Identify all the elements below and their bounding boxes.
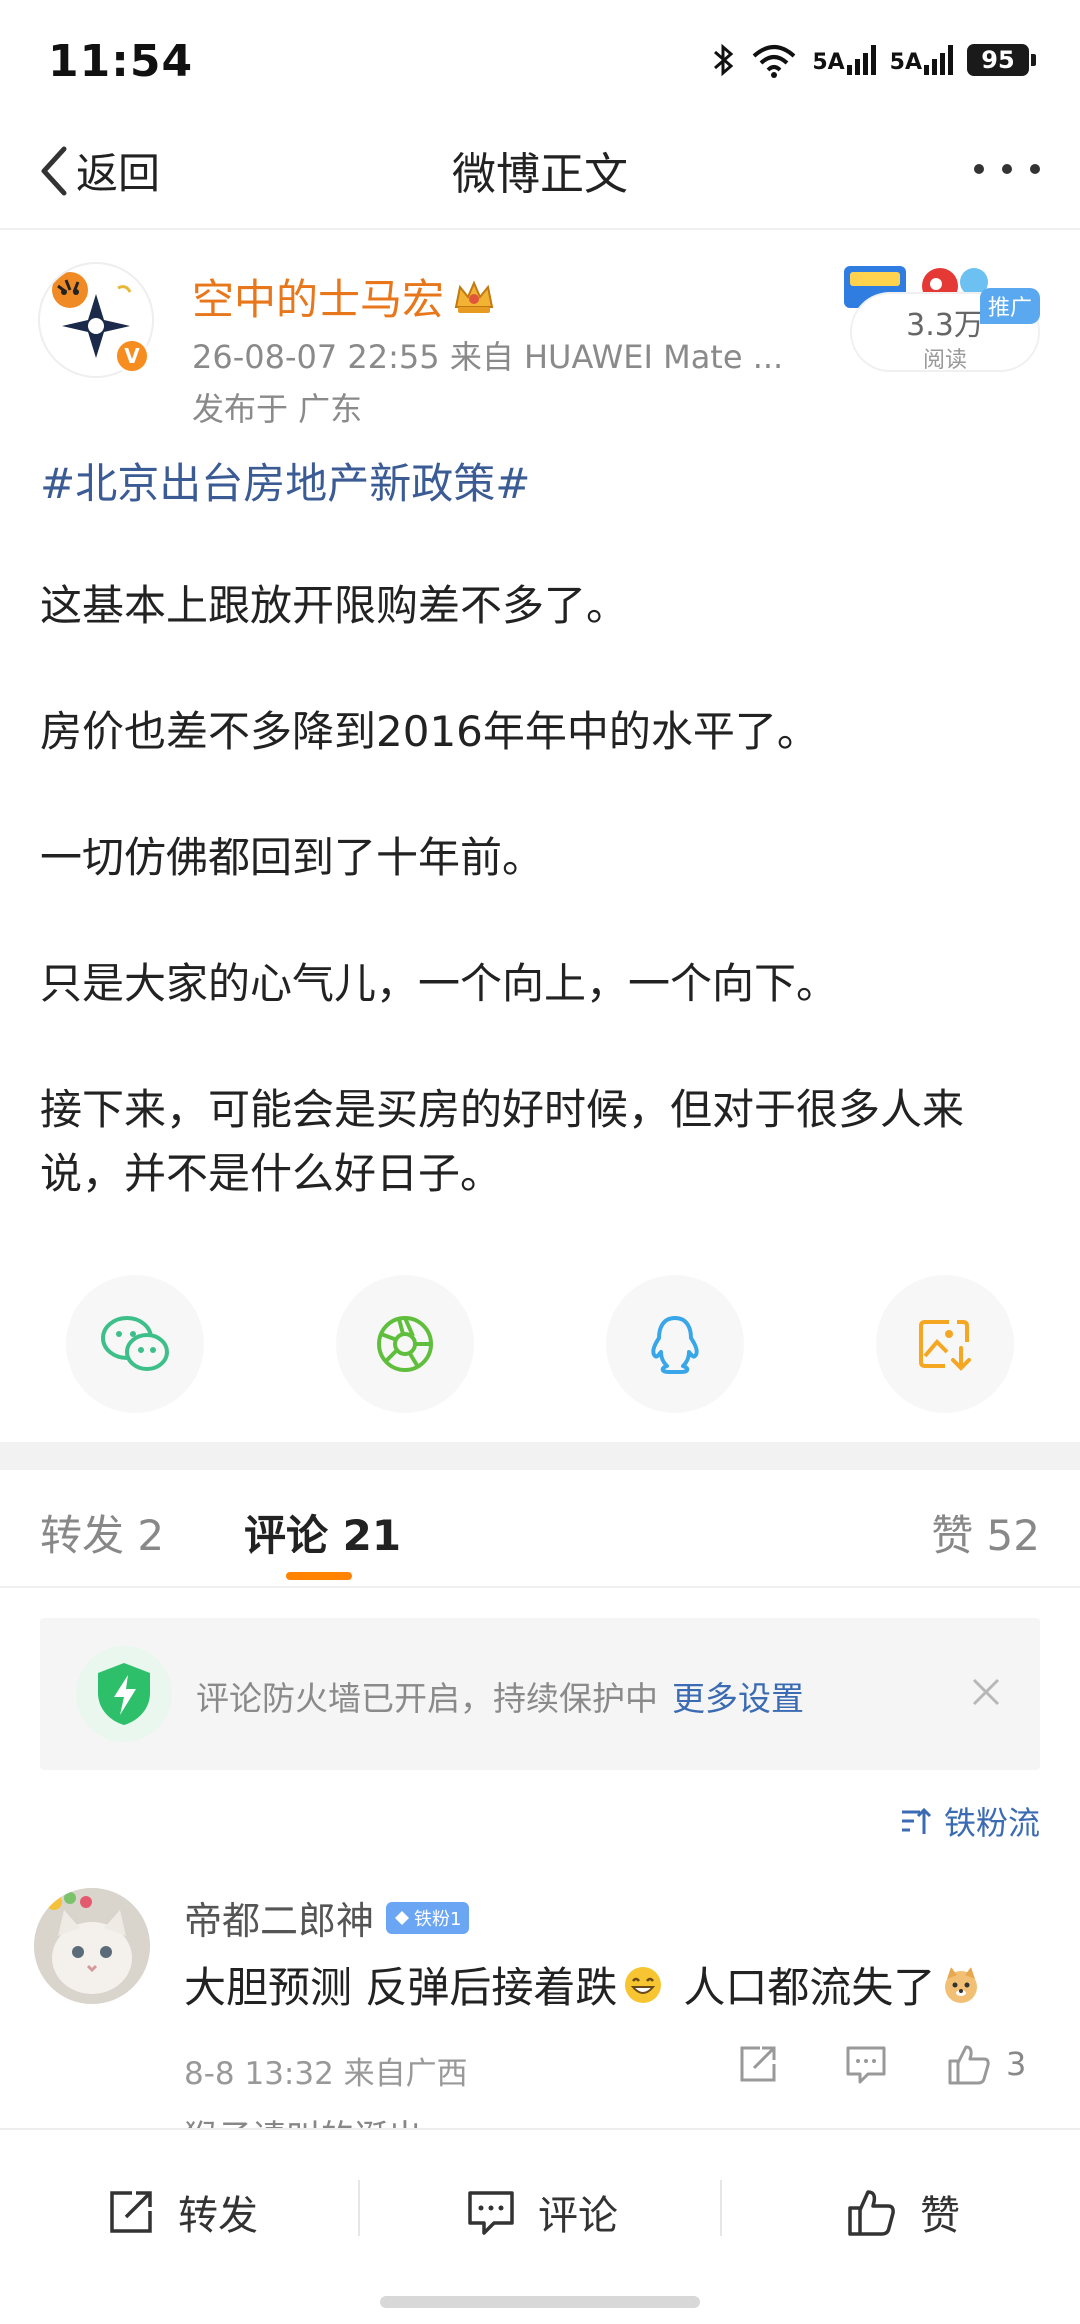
repost-label: 转发 [178,2193,258,2239]
comment-label: 评论 [538,2193,618,2239]
status-icons: 5A 5A 95 [712,42,1036,78]
battery-icon: 95 [967,44,1036,76]
comment-like-count: 3 [1006,2045,1027,2083]
shield-icon [76,1646,172,1742]
page-title: 微博正文 [452,149,628,200]
fan-badge: 铁粉1 [386,1901,470,1934]
commenter-avatar[interactable] [34,1888,150,2004]
sort-icon [901,1807,932,1834]
cell-signal-2-icon: 5A [890,45,953,75]
filter-label: 铁粉流 [943,1804,1040,1842]
battery-level: 95 [967,44,1029,76]
dot-icon [974,164,984,174]
comment-text: 大胆预测 反弹后接着跌 人口都流失了 [184,1954,981,2015]
aperture-icon [377,1316,433,1372]
share-icon [740,2046,776,2082]
dot-icon [1030,164,1040,174]
save-image-button[interactable] [876,1275,1014,1413]
share-qq-button[interactable] [606,1275,744,1413]
status-time: 11:54 [48,36,194,87]
fan-badge-text: 铁粉1 [414,1908,462,1930]
like-button[interactable]: 赞 [846,2182,960,2242]
comment-text-part: 人口都流失了 [683,1963,936,2012]
cell-signal-1-icon: 5A [812,45,876,75]
network-type-2: 5A [889,50,922,75]
author-name[interactable]: 空中的士马宏 [192,266,496,327]
thumbs-up-icon [948,2045,990,2085]
crown-member-icon [454,279,494,313]
dot-icon [1002,164,1012,174]
network-type-1: 5A [812,50,845,75]
close-banner-button[interactable] [962,1668,1010,1716]
comment-actions: 3 [730,2036,1026,2092]
more-options-button[interactable] [974,164,1040,174]
doge-emoji-icon [945,1966,978,2003]
post-paragraph: 接下来，可能会是买房的好时候，但对于很多人来说，并不是什么好日子。 [40,1084,965,1198]
home-indicator[interactable] [380,2296,700,2308]
comment-icon [468,2191,514,2235]
post-paragraph: 只是大家的心气儿，一个向上，一个向下。 [40,958,839,1008]
read-label: 阅读 [922,348,967,373]
thumbs-up-icon [848,2190,895,2236]
verified-badge-icon: V [114,338,150,374]
divider [358,2180,360,2236]
repost-button[interactable]: 转发 [106,2182,258,2242]
cat-avatar-icon [34,1888,150,2004]
post-paragraph: 这基本上跟放开限购差不多了。 [40,580,629,630]
comment-firewall-banner: 评论防火墙已开启，持续保护中 更多设置 [40,1618,1040,1770]
share-row [0,1275,1080,1415]
share-icon [110,2191,152,2233]
comment-share-button[interactable] [730,2036,786,2092]
post-paragraph: 房价也差不多降到2016年年中的水平了。 [40,706,819,756]
commenter-name-text: 帝都二郎神 [184,1899,375,1943]
post-paragraph: 一切仿佛都回到了十年前。 [40,832,545,882]
tab-like[interactable]: 赞 52 [931,1502,1040,1563]
grin-emoji-icon [625,1966,662,2003]
bottom-action-bar: 转发 评论 赞 [0,2128,1080,2324]
post-body: #北京出台房地产新政策# 这基本上跟放开限购差不多了。 房价也差不多降到2016… [40,455,1040,1206]
tab-comment[interactable]: 评论 21 [244,1502,401,1563]
post-time-source: 26-08-07 22:55 来自 HUAWEI Mate ... [192,338,784,376]
comment-icon [846,2046,886,2084]
post-location: 发布于 广东 [192,390,363,428]
divider [0,228,1080,230]
more-settings-link[interactable]: 更多设置 [672,1679,804,1718]
read-count-badge[interactable]: 3.3万 阅读 推广 [844,266,1040,378]
comment-meta: 8-8 13:32 来自广西 [184,2056,468,2092]
firewall-text: 评论防火墙已开启，持续保护中 [196,1679,658,1718]
close-icon [972,1678,1000,1706]
like-label: 赞 [920,2193,960,2239]
interaction-tabs: 转发 2 评论 21 赞 52 [0,1470,1080,1588]
qq-penguin-icon [651,1316,699,1374]
comment-reply-button[interactable] [838,2036,894,2092]
reply-preview: 猴子请叫的诞出 [184,2110,422,2130]
section-separator [0,1442,1080,1470]
status-bar: 11:54 5A 5A 95 [0,0,1080,120]
commenter-name[interactable]: 帝都二郎神 铁粉1 [184,1890,470,1945]
share-moments-button[interactable] [336,1275,474,1413]
bluetooth-icon [714,43,734,77]
author-name-text: 空中的士马宏 [192,275,445,324]
comment-text-part: 大胆预测 反弹后接着跌 [184,1963,618,2012]
tab-repost[interactable]: 转发 2 [40,1502,164,1563]
divider [720,2180,722,2236]
wifi-icon [752,45,796,78]
nav-bar: 返回 微博正文 [0,120,1080,230]
diamond-icon [395,1910,410,1925]
comment-like-button[interactable]: 3 [946,2041,1026,2087]
promote-tag: 推广 [979,288,1040,324]
wechat-icon [101,1316,169,1371]
post-hashtag[interactable]: #北京出台房地产新政策# [40,455,1040,514]
comment-button[interactable]: 评论 [466,2182,618,2242]
author-header: V 空中的士马宏 26-08-07 22:55 来自 HUAWEI Mate .… [0,240,1080,440]
image-download-icon [919,1320,971,1371]
share-wechat-button[interactable] [66,1275,204,1413]
firewall-message: 评论防火墙已开启，持续保护中 更多设置 [196,1672,804,1720]
sort-filter-button[interactable]: 铁粉流 [900,1798,1040,1844]
active-tab-indicator [286,1572,352,1580]
